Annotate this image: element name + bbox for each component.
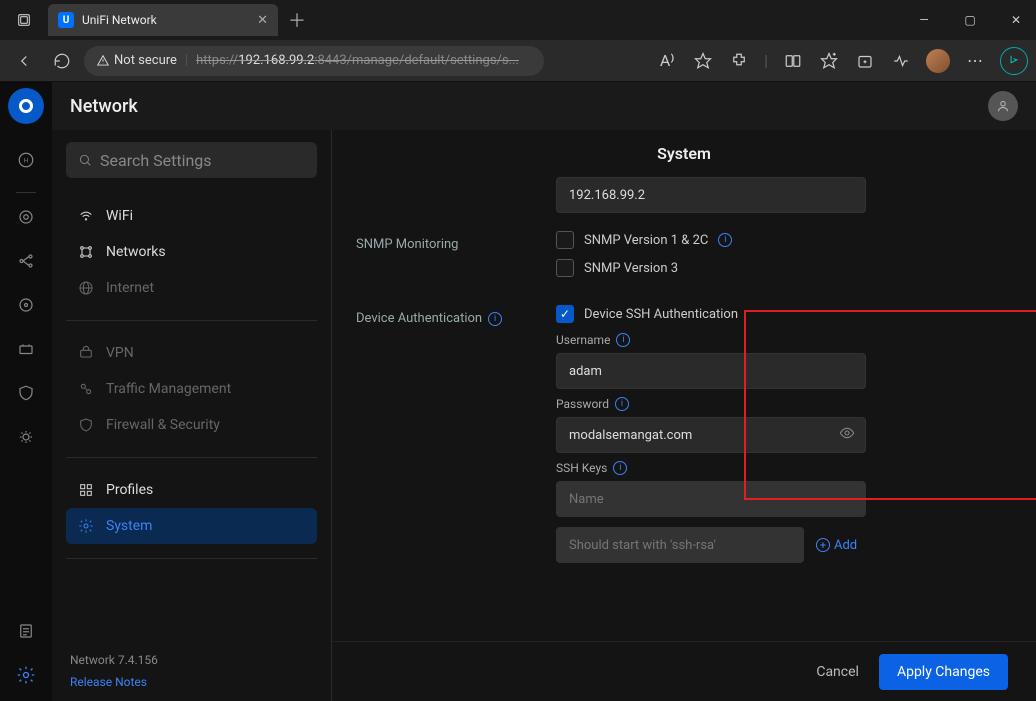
ssh-keys-label: SSH Keysi (556, 461, 866, 475)
username-label: Usernamei (556, 333, 866, 347)
cancel-button[interactable]: Cancel (816, 664, 859, 680)
search-placeholder: Search Settings (100, 151, 212, 170)
device-auth-label: Device Authenticationi (356, 305, 556, 326)
rail-dashboard-icon[interactable]: H (8, 142, 44, 178)
primary-nav-rail: H (0, 82, 52, 701)
vpn-icon (78, 345, 94, 361)
nav-vpn[interactable]: VPN (66, 335, 317, 371)
username-input[interactable] (556, 353, 866, 389)
traffic-icon (78, 381, 94, 397)
release-notes-link[interactable]: Release Notes (70, 675, 313, 689)
password-input[interactable] (556, 417, 866, 453)
app-title: Network (70, 96, 138, 117)
ssh-name-input[interactable] (556, 481, 866, 517)
new-tab-button[interactable]: ＋ (288, 7, 306, 33)
not-secure-warning: Not secure (96, 53, 177, 68)
browser-toolbar: Not secure | https://192.168.99.2:8443/m… (0, 40, 1036, 82)
favorites-icon[interactable] (818, 50, 840, 72)
svg-text:H: H (24, 157, 28, 164)
footer-actions: Cancel Apply Changes (332, 641, 1036, 701)
profile-avatar[interactable] (926, 49, 950, 73)
rail-topology-icon[interactable] (8, 199, 44, 235)
inform-host-input[interactable] (556, 177, 866, 213)
unifi-logo[interactable] (8, 88, 44, 124)
info-icon[interactable]: i (718, 233, 732, 247)
split-screen-icon[interactable] (782, 50, 804, 72)
nav-wifi[interactable]: WiFi (66, 198, 317, 234)
wifi-icon (78, 208, 94, 224)
read-aloud-icon[interactable]: A⁾ (656, 50, 678, 72)
window-titlebar: U UniFi Network ✕ ＋ — ▢ ✕ (0, 0, 1036, 40)
more-icon[interactable]: ⋯ (964, 50, 986, 72)
plus-icon: + (816, 538, 830, 552)
rail-clients-icon[interactable] (8, 287, 44, 323)
rail-ports-icon[interactable] (8, 331, 44, 367)
rail-security-icon[interactable] (8, 375, 44, 411)
back-button[interactable] (8, 45, 40, 77)
minimize-button[interactable]: — (912, 13, 936, 27)
url-text: https://192.168.99.2:8443/manage/default… (196, 53, 519, 68)
performance-icon[interactable] (890, 50, 912, 72)
nav-profiles[interactable]: Profiles (66, 472, 317, 508)
address-bar[interactable]: Not secure | https://192.168.99.2:8443/m… (84, 46, 544, 76)
version-text: Network 7.4.156 (70, 653, 313, 667)
main-content: System SNMP Monitoring SNMP Version 1 & … (332, 130, 1036, 701)
rail-logs-icon[interactable] (8, 613, 44, 649)
nav-networks[interactable]: Networks (66, 234, 317, 270)
refresh-button[interactable] (46, 45, 78, 77)
tabs-button[interactable] (8, 4, 40, 36)
page-title: System (332, 130, 1036, 177)
browser-tab[interactable]: U UniFi Network ✕ (48, 4, 278, 36)
collections-icon[interactable] (854, 50, 876, 72)
search-input[interactable]: Search Settings (66, 142, 317, 178)
app-header: Network (52, 82, 1036, 130)
snmp-v12-checkbox[interactable]: SNMP Version 1 & 2Ci (556, 231, 866, 249)
nav-system[interactable]: System (66, 508, 317, 544)
ssh-key-input[interactable] (556, 527, 804, 563)
profiles-icon (78, 482, 94, 498)
add-ssh-key-button[interactable]: +Add (816, 538, 857, 553)
user-menu-icon[interactable] (988, 91, 1018, 121)
shield-icon (78, 417, 94, 433)
nav-internet[interactable]: Internet (66, 270, 317, 306)
tab-title: UniFi Network (82, 13, 249, 27)
settings-sidebar: Search Settings WiFi Networks Internet V… (52, 130, 332, 701)
password-label: Passwordi (556, 397, 866, 411)
rail-insights-icon[interactable] (8, 419, 44, 455)
networks-icon (78, 244, 94, 260)
rail-settings-icon[interactable] (8, 657, 44, 693)
info-icon[interactable]: i (613, 461, 627, 475)
snmp-v3-checkbox[interactable]: SNMP Version 3 (556, 259, 866, 277)
bing-chat-icon[interactable] (1000, 47, 1028, 75)
close-tab-icon[interactable]: ✕ (257, 13, 268, 28)
nav-traffic[interactable]: Traffic Management (66, 371, 317, 407)
rail-devices-icon[interactable] (8, 243, 44, 279)
info-icon[interactable]: i (615, 397, 629, 411)
info-icon[interactable]: i (488, 312, 502, 326)
maximize-button[interactable]: ▢ (958, 13, 982, 27)
favorite-icon[interactable] (692, 50, 714, 72)
globe-icon (78, 280, 94, 296)
apply-changes-button[interactable]: Apply Changes (879, 654, 1008, 690)
search-icon (78, 153, 92, 167)
info-icon[interactable]: i (616, 333, 630, 347)
gear-icon (78, 518, 94, 534)
nav-firewall[interactable]: Firewall & Security (66, 407, 317, 443)
tab-favicon: U (58, 12, 74, 28)
eye-icon[interactable] (839, 425, 855, 445)
close-window-button[interactable]: ✕ (1004, 13, 1028, 27)
extensions-icon[interactable] (728, 50, 750, 72)
device-ssh-auth-checkbox[interactable]: Device SSH Authentication (556, 305, 866, 323)
snmp-label: SNMP Monitoring (356, 231, 556, 252)
